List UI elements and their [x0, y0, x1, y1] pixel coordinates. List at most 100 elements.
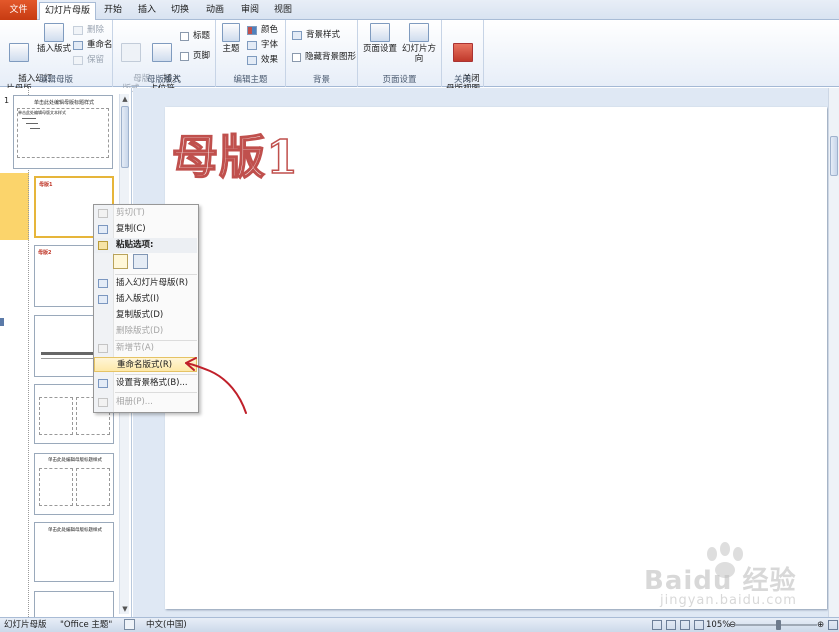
- page-setup-button[interactable]: 页面设置: [362, 23, 398, 54]
- checkbox-box: [180, 32, 189, 41]
- menu-item-add-section[interactable]: 新增节(A): [94, 341, 197, 356]
- clipboard-icon: [98, 241, 108, 250]
- status-theme-name[interactable]: "Office 主题": [60, 618, 112, 632]
- group-edit-master: 插入幻灯 片母版 插入版式 删除 重命名 保留 编辑母版: [0, 20, 113, 94]
- paste-picture-icon[interactable]: [133, 254, 148, 269]
- ribbon-tab-bar: 文件 幻灯片母版 开始 插入 切换 动画 审阅 视图: [0, 0, 839, 21]
- tab-home[interactable]: 开始: [100, 2, 126, 20]
- close-icon: [453, 43, 473, 62]
- normal-view-icon[interactable]: [652, 620, 662, 630]
- fit-to-window-icon[interactable]: [828, 620, 838, 630]
- slide-number: 1: [4, 96, 10, 105]
- insert-layout-label: 插入版式: [37, 44, 72, 54]
- group-master-layout: 母版 版式 插入 占位符 标题 页脚 母版版式: [113, 20, 216, 94]
- group-label-edit-master: 编辑母版: [38, 75, 73, 85]
- vertical-scrollbar[interactable]: [828, 88, 839, 617]
- bullet-line: [22, 118, 36, 119]
- tab-file[interactable]: 文件: [0, 0, 37, 20]
- insert-layout-icon: [98, 295, 108, 304]
- zoom-slider-thumb[interactable]: [776, 620, 781, 630]
- scroll-up-icon[interactable]: ▲: [120, 94, 130, 104]
- colors-button[interactable]: 颜色: [247, 24, 278, 37]
- paste-keep-source-icon[interactable]: [113, 254, 128, 269]
- effects-label: 效果: [261, 55, 279, 65]
- zoom-in-icon[interactable]: ⊕: [817, 618, 824, 632]
- insert-slide-master-icon: [9, 43, 29, 62]
- section-icon: [98, 344, 108, 353]
- tab-transitions[interactable]: 切换: [167, 2, 193, 20]
- group-edit-theme: 主题 颜色 字体 效果 编辑主题: [216, 20, 286, 87]
- slideshow-icon[interactable]: [694, 620, 704, 630]
- background-styles-button[interactable]: 背景样式: [292, 29, 340, 42]
- page-setup-icon: [370, 23, 390, 42]
- effects-button[interactable]: 效果: [247, 54, 278, 67]
- pane-resize-handle[interactable]: [0, 318, 4, 326]
- master-thumb-title: 单击此处编辑母版标题样式: [33, 100, 94, 106]
- tab-review[interactable]: 审阅: [237, 2, 263, 20]
- themes-icon: [222, 23, 240, 42]
- menu-item-insert-layout[interactable]: 插入版式(I): [94, 292, 197, 307]
- delete-button[interactable]: 删除: [73, 24, 104, 37]
- master-body-placeholder: [17, 108, 109, 158]
- fonts-button[interactable]: 字体: [247, 39, 278, 52]
- tab-insert[interactable]: 插入: [134, 2, 160, 20]
- themes-button[interactable]: 主题: [219, 23, 243, 54]
- tab-view[interactable]: 视图: [270, 2, 296, 20]
- scrollbar-thumb[interactable]: [121, 106, 129, 168]
- photo-album-icon: [98, 398, 108, 407]
- spellcheck-icon[interactable]: [124, 619, 135, 630]
- themes-label: 主题: [222, 44, 240, 54]
- layout-thumb-title: 单击此处编辑母版标题样式: [48, 528, 102, 533]
- tab-animations[interactable]: 动画: [202, 2, 228, 20]
- thumb-content-box: [39, 397, 73, 435]
- layout-thumbnail-7[interactable]: [34, 591, 114, 617]
- slide-title[interactable]: 母版1: [171, 121, 299, 187]
- rename-button[interactable]: 重命名: [73, 39, 113, 52]
- status-language[interactable]: 中文(中国): [146, 618, 187, 632]
- scissors-icon: [98, 209, 108, 218]
- title-checkbox[interactable]: 标题: [180, 30, 210, 43]
- annotation-arrow: [185, 357, 247, 414]
- pin-icon: [73, 56, 83, 65]
- menu-item-copy[interactable]: 复制(C): [94, 222, 197, 237]
- zoom-level[interactable]: 105%: [706, 618, 730, 632]
- slide-sorter-icon[interactable]: [666, 620, 676, 630]
- menu-item-duplicate-layout-label: 复制版式(D): [116, 310, 164, 320]
- preserve-button[interactable]: 保留: [73, 54, 104, 67]
- master-thumbnail[interactable]: 单击此处编辑母版标题样式 单击此处编辑母版文本样式: [13, 95, 113, 169]
- group-label-master-layout: 母版版式: [146, 75, 181, 85]
- thumb-content-box: [76, 468, 110, 506]
- status-view-name: 幻灯片母版: [4, 620, 47, 630]
- hide-background-checkbox[interactable]: 隐藏背景图形: [292, 51, 356, 64]
- insert-layout-button[interactable]: 插入版式: [37, 23, 71, 54]
- bullet-line: [26, 123, 38, 124]
- watermark-text: Baidu 经验: [644, 566, 797, 596]
- reading-view-icon[interactable]: [680, 620, 690, 630]
- menu-item-delete-layout-label: 删除版式(D): [116, 326, 164, 336]
- checkbox-box: [180, 52, 189, 61]
- fonts-label: 字体: [261, 40, 279, 50]
- title-checkbox-label: 标题: [193, 31, 211, 41]
- layout-thumbnail-6[interactable]: 单击此处编辑母版标题样式: [34, 522, 114, 582]
- scroll-down-icon[interactable]: ▼: [120, 604, 130, 614]
- menu-item-delete-layout[interactable]: 删除版式(D): [94, 324, 197, 339]
- menu-item-duplicate-layout[interactable]: 复制版式(D): [94, 308, 197, 323]
- thumb-content-box: [39, 468, 73, 506]
- layout-thumbnail-5[interactable]: 单击此处编辑母版标题样式: [34, 453, 114, 515]
- effects-icon: [247, 56, 257, 65]
- layout-thumb-title: 母版2: [38, 250, 52, 256]
- slide-orientation-button[interactable]: 幻灯片方向: [398, 23, 440, 64]
- hide-background-label: 隐藏背景图形: [305, 52, 357, 62]
- tab-slide-master[interactable]: 幻灯片母版: [39, 2, 96, 21]
- menu-item-cut-label: 剪切(T): [116, 208, 145, 218]
- menu-item-photo-album-label: 相册(P)...: [116, 397, 153, 407]
- delete-label: 删除: [87, 25, 105, 35]
- placeholder-icon: [152, 43, 172, 62]
- menu-item-cut[interactable]: 剪切(T): [94, 206, 197, 221]
- footer-checkbox[interactable]: 页脚: [180, 50, 210, 63]
- menu-item-insert-slide-master[interactable]: 插入幻灯片母版(R): [94, 276, 197, 291]
- layout-thumb-title: 母版1: [39, 182, 53, 188]
- scrollbar-thumb[interactable]: [830, 136, 838, 176]
- selected-layout-highlight: [0, 173, 29, 240]
- format-background-icon: [98, 379, 108, 388]
